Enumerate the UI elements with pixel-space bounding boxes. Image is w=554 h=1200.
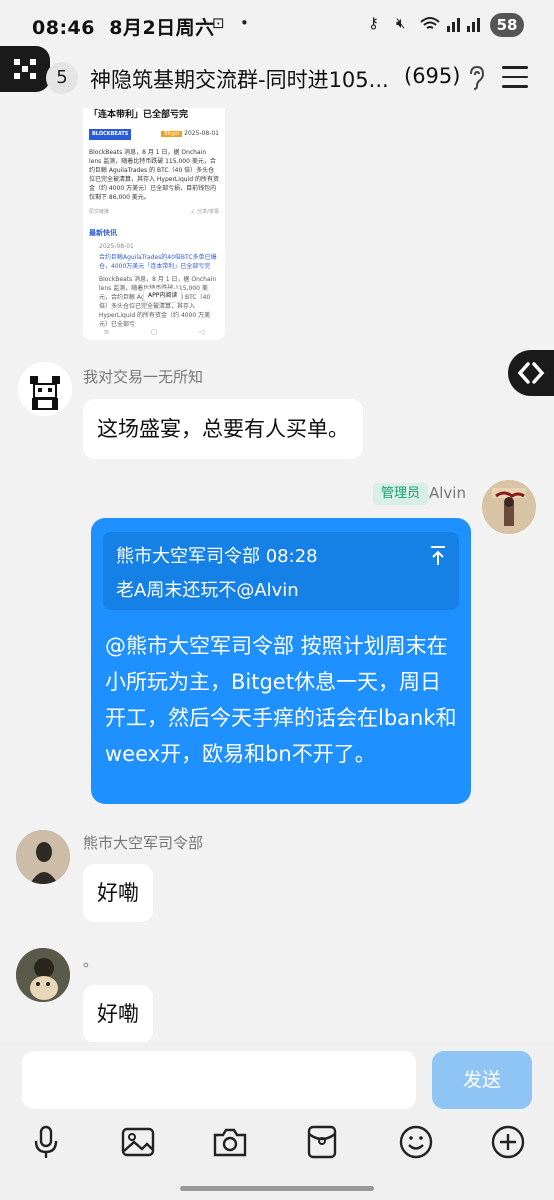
home-indicator[interactable] bbox=[180, 1186, 374, 1191]
image-tag: Bitget bbox=[161, 131, 183, 137]
image-foot-left: 原文链接 bbox=[89, 209, 110, 215]
mute-icon: 🔇︎ bbox=[396, 14, 406, 32]
sender-name: Alvin bbox=[429, 484, 466, 502]
camera-icon[interactable] bbox=[212, 1124, 248, 1160]
quoted-message[interactable]: 熊市大空军司令部 08:28 老A周末还玩不@Alvin bbox=[103, 532, 459, 610]
share-icon bbox=[517, 362, 545, 384]
screenshot-icon: ⊡ bbox=[212, 14, 225, 32]
avatar[interactable] bbox=[18, 362, 72, 416]
dot-icon: • bbox=[240, 14, 249, 32]
battery-indicator: 58 bbox=[490, 13, 524, 37]
status-time: 08:46 8月2日周六 bbox=[32, 17, 215, 39]
avatar[interactable] bbox=[16, 830, 70, 884]
image-navbar: ≡ ▢ ◁ bbox=[103, 327, 205, 336]
x-logo-icon bbox=[14, 59, 36, 79]
sender-name: 熊市大空军司令部 bbox=[83, 834, 204, 852]
avatar[interactable] bbox=[482, 480, 536, 534]
chat-title[interactable]: 神隐筑基期交流群-同时进105... bbox=[90, 64, 389, 94]
image-foot-right: ㄥ 分享/举报 bbox=[190, 209, 219, 215]
image-news-title: 合约巨鲸AguilaTrades的40倍BTC多单已爆仓，4000万美元「连本带… bbox=[99, 254, 217, 270]
red-packet-icon[interactable] bbox=[304, 1124, 340, 1160]
admin-badge: 管理员 bbox=[373, 483, 429, 505]
message-bubble[interactable]: 好嘞 bbox=[83, 864, 153, 922]
image-section: 最新快讯 bbox=[89, 229, 117, 237]
message-bubble[interactable]: 好嘞 bbox=[83, 985, 153, 1043]
menu-icon[interactable] bbox=[502, 66, 528, 88]
mic-icon[interactable] bbox=[28, 1124, 64, 1160]
emoji-icon[interactable] bbox=[398, 1124, 434, 1160]
quote-author: 熊市大空军司令部 08:28 bbox=[116, 546, 318, 567]
message-input[interactable] bbox=[22, 1051, 416, 1109]
app-read-chip: APP内阅读 bbox=[143, 288, 183, 303]
album-avatar-icon bbox=[482, 480, 536, 534]
image-title: 「连本带利」已全部亏完 bbox=[89, 110, 189, 120]
sender-name: 。 bbox=[83, 952, 99, 970]
image-icon[interactable] bbox=[120, 1124, 156, 1160]
jump-to-quote-icon[interactable] bbox=[429, 544, 447, 566]
plus-icon[interactable] bbox=[490, 1124, 526, 1160]
sender-name: 我对交易一无所知 bbox=[83, 368, 204, 386]
image-news-date: 2025-08-01 bbox=[99, 243, 134, 250]
member-count: (695) bbox=[404, 64, 461, 88]
share-button[interactable] bbox=[508, 350, 554, 396]
panda-avatar-icon bbox=[18, 362, 72, 416]
message-text: @熊市大空军司令部 按照计划周末在小所玩为主，Bitget休息一天，周日开工，然… bbox=[105, 634, 457, 766]
image-message[interactable]: 「连本带利」已全部亏完 BLOCKBEATS Bitget 2025-08-01… bbox=[83, 108, 225, 340]
unread-count-badge[interactable]: 5 bbox=[46, 62, 78, 94]
profile-avatar-icon bbox=[16, 830, 70, 884]
message-bubble[interactable]: 这场盛宴，总要有人买单。 bbox=[83, 399, 363, 459]
reply-message-bubble[interactable]: 熊市大空军司令部 08:28 老A周末还玩不@Alvin @熊市大空军司令部 按… bbox=[91, 518, 471, 804]
quote-text: 老A周末还玩不@Alvin bbox=[116, 580, 299, 601]
image-body: BlockBeats 消息，8 月 1 日，据 Onchain lens 监测，… bbox=[89, 149, 219, 201]
signal-icon bbox=[447, 18, 460, 32]
status-bar: 08:46 8月2日周六 ⊡ • ⚷ 🔇︎ 58 bbox=[0, 0, 554, 50]
send-button[interactable]: 发送 bbox=[432, 1051, 532, 1109]
ear-icon[interactable] bbox=[466, 64, 486, 92]
floating-x-button[interactable] bbox=[0, 46, 50, 92]
signal-icon-2 bbox=[467, 18, 480, 32]
dog-avatar-icon bbox=[16, 948, 70, 1002]
wifi-icon bbox=[420, 17, 440, 29]
image-logo: BLOCKBEATS bbox=[89, 129, 132, 140]
key-icon: ⚷ bbox=[368, 14, 379, 32]
avatar[interactable] bbox=[16, 948, 70, 1002]
image-date: 2025-08-01 bbox=[184, 130, 219, 137]
